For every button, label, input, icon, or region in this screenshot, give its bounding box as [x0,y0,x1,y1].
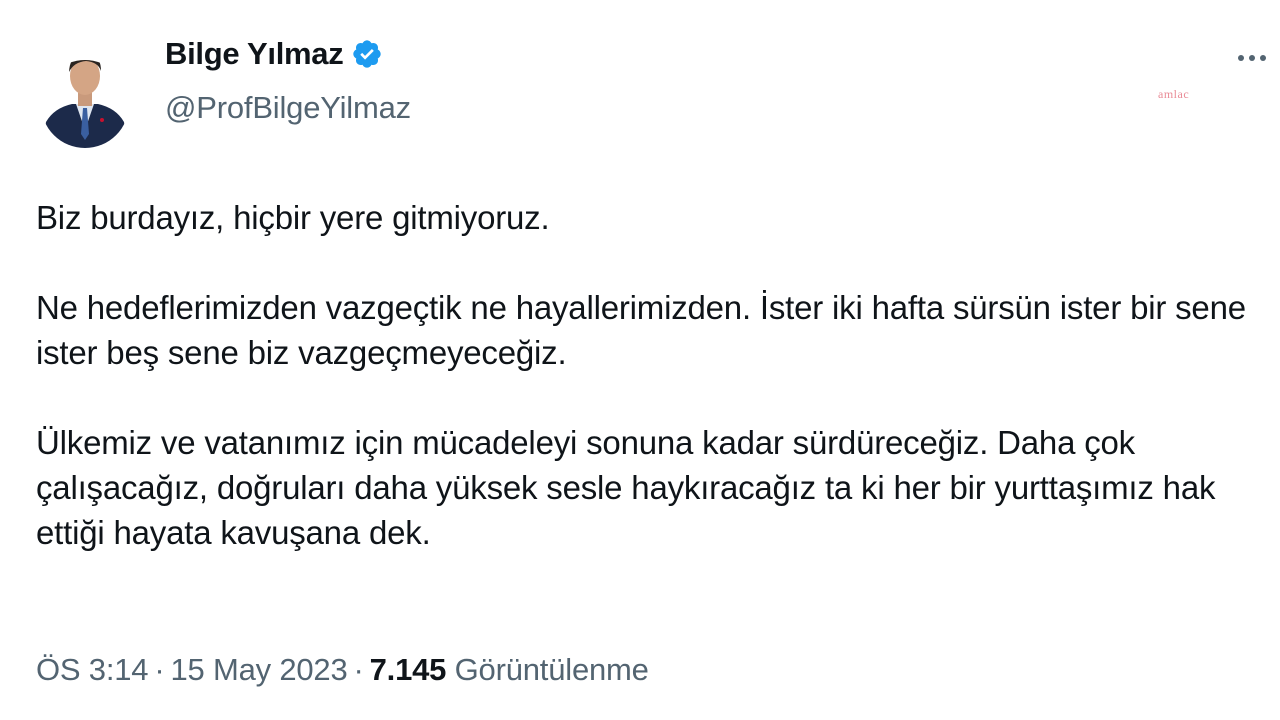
tweet-date[interactable]: 15 May 2023 [170,652,347,687]
tweet-paragraph-3: Ülkemiz ve vatanımız için mücadeleyi son… [36,424,1216,551]
author-handle[interactable]: @ProfBilgeYilmaz [165,90,411,126]
verified-badge-icon [351,38,383,70]
author-display-name[interactable]: Bilge Yılmaz [165,36,344,72]
meta-separator: · [154,652,165,687]
tweet-paragraph-1: Biz burdayız, hiçbir yere gitmiyoruz. [36,199,550,236]
author-name-row: Bilge Yılmaz [165,36,383,72]
watermark-text: amlac [1158,87,1190,101]
more-options-icon[interactable] [1232,44,1272,72]
tweet-card: Bilge Yılmaz @ProfBilgeYilmaz amlac Biz … [0,0,1280,720]
tweet-text: Biz burdayız, hiçbir yere gitmiyoruz. Ne… [36,195,1246,555]
tweet-paragraph-2: Ne hedeflerimizden vazgeçtik ne hayaller… [36,289,1246,371]
views-count[interactable]: 7.145 [370,652,447,687]
meta-separator: · [353,652,364,687]
views-label: Görüntülenme [454,652,649,687]
tweet-time[interactable]: ÖS 3:14 [36,652,149,687]
tweet-meta: ÖS 3:14 · 15 May 2023 · 7.145 Görüntülenme [36,652,649,688]
author-avatar[interactable] [40,38,130,148]
